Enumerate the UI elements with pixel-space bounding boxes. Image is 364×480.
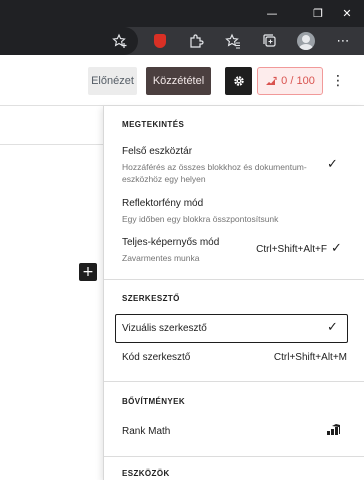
options-dropdown-menu: MEGTEKINTÉS Felső eszköztár Hozzáférés a… xyxy=(103,106,364,480)
settings-gear-icon[interactable] xyxy=(225,67,252,95)
browser-toolbar: ⋯ xyxy=(0,27,364,55)
canvas-divider xyxy=(0,144,103,145)
checkmark-icon: ✓ xyxy=(331,241,342,256)
menu-item-label: Reflektorfény mód xyxy=(122,198,204,209)
rank-math-icon xyxy=(266,76,277,85)
rank-math-icon xyxy=(327,424,340,435)
checkmark-icon: ✓ xyxy=(327,320,338,335)
preview-button[interactable]: Előnézet xyxy=(88,67,137,95)
group-title-view: MEGTEKINTÉS xyxy=(122,120,185,129)
rank-math-score: 0 / 100 xyxy=(281,75,315,87)
menu-divider xyxy=(104,381,364,382)
extensions-puzzle-icon[interactable] xyxy=(186,31,206,51)
browser-title-bar: — ❐ ✕ xyxy=(0,0,364,27)
publish-button[interactable]: Közzététel xyxy=(146,67,211,95)
profile-avatar-icon[interactable] xyxy=(296,31,316,51)
keyboard-shortcut: Ctrl+Shift+Alt+M xyxy=(273,352,347,363)
menu-item-label: Teljes-képernyős mód xyxy=(122,237,220,248)
favorites-icon[interactable] xyxy=(223,31,243,51)
menu-item-label: Rank Math xyxy=(122,426,171,437)
menu-item-label: Vizuális szerkesztő xyxy=(122,323,207,334)
extension-shield-icon[interactable] xyxy=(150,31,170,51)
rank-math-score-button[interactable]: 0 / 100 xyxy=(257,67,323,95)
favorites-add-icon[interactable] xyxy=(110,31,130,51)
collections-icon[interactable] xyxy=(260,31,280,51)
minimize-icon[interactable]: — xyxy=(249,0,295,27)
menu-item-label: Kód szerkesztő xyxy=(122,352,191,363)
menu-item-description: Hozzáférés az összes blokkhoz és dokumen… xyxy=(122,162,307,184)
browser-more-icon[interactable]: ⋯ xyxy=(333,31,353,51)
group-title-plugins: BŐVÍTMÉNYEK xyxy=(122,397,186,406)
keyboard-shortcut: Ctrl+Shift+Alt+F xyxy=(256,244,327,255)
close-icon[interactable]: ✕ xyxy=(330,0,364,27)
menu-item-description: Egy időben egy blokkra összpontosítsunk xyxy=(122,214,279,224)
editor-header: Előnézet Közzététel 0 / 100 ⋮ xyxy=(0,55,364,106)
menu-divider xyxy=(104,279,364,280)
checkmark-icon: ✓ xyxy=(327,157,338,172)
menu-item-label: Felső eszköztár xyxy=(122,146,193,157)
plus-icon[interactable]: + xyxy=(79,263,97,281)
group-title-editor: SZERKESZTŐ xyxy=(122,294,180,303)
options-more-icon[interactable]: ⋮ xyxy=(328,67,348,95)
group-title-tools: ESZKÖZÖK xyxy=(122,469,170,478)
menu-divider xyxy=(104,456,364,457)
